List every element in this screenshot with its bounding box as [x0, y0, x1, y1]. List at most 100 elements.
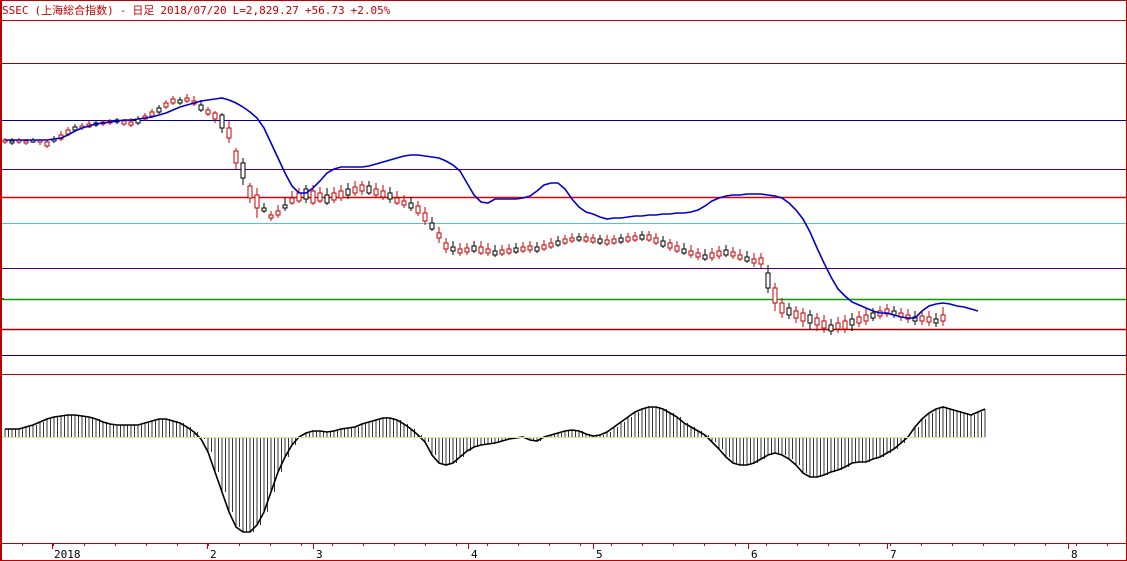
candle	[730, 247, 736, 259]
candle	[800, 308, 806, 327]
candle-body	[772, 287, 778, 304]
candle-body	[807, 314, 813, 324]
candle	[366, 181, 372, 195]
candle-body	[366, 185, 372, 194]
candle-body	[842, 320, 848, 330]
candle	[177, 97, 183, 105]
candle	[408, 197, 414, 211]
candle	[625, 233, 631, 243]
candle	[513, 243, 519, 254]
candle-body	[835, 322, 841, 330]
candle	[219, 113, 225, 133]
candle-body	[219, 114, 225, 129]
candle	[849, 313, 855, 331]
candle-body	[324, 194, 330, 204]
candle	[275, 205, 281, 218]
candle-body	[933, 318, 939, 324]
candle	[898, 308, 904, 321]
candle-body	[303, 188, 309, 200]
candle-body	[590, 237, 596, 243]
candle	[723, 245, 729, 257]
candle	[44, 140, 50, 148]
candle-body	[632, 235, 638, 241]
candle-body	[569, 237, 575, 242]
candle	[184, 94, 190, 103]
candle-body	[198, 104, 204, 111]
candle	[744, 251, 750, 263]
candle	[828, 319, 834, 335]
candle-body	[618, 237, 624, 243]
candle	[205, 107, 211, 116]
candle-body	[681, 248, 687, 254]
x-tick-label: 6	[751, 548, 758, 561]
candle	[751, 253, 757, 267]
candle	[597, 235, 603, 245]
candle-body	[849, 318, 855, 326]
candle-body	[23, 140, 29, 144]
candle-body	[471, 245, 477, 252]
candle-body	[212, 112, 218, 120]
candle	[716, 246, 722, 259]
candle	[688, 245, 694, 258]
x-tick-label: 2	[210, 548, 217, 561]
oscillator-histogram	[2, 406, 986, 533]
candle	[338, 185, 344, 201]
candle	[590, 234, 596, 244]
candle-body	[296, 192, 302, 202]
candle	[765, 265, 771, 293]
candle-body	[240, 162, 246, 179]
candle-body	[828, 324, 834, 332]
candle-body	[709, 252, 715, 259]
candle	[387, 187, 393, 203]
x-tick-label: 3	[316, 548, 323, 561]
candle-body	[44, 141, 50, 147]
candle	[856, 311, 862, 327]
candle-body	[338, 190, 344, 199]
candle-body	[422, 212, 428, 222]
candle	[282, 198, 288, 211]
candle	[450, 241, 456, 255]
candle	[317, 187, 323, 203]
candle	[289, 191, 295, 205]
candle	[702, 249, 708, 261]
candle-body	[625, 236, 631, 242]
candle-body	[856, 316, 862, 324]
candle-body	[254, 194, 260, 209]
candle	[170, 96, 176, 105]
chart-frame: SSEC (上海総合指数) - 日足 2018/07/20 L=2,829.27 +56.7…	[0, 0, 1127, 561]
candle-body	[688, 250, 694, 256]
candle	[415, 201, 421, 216]
candle-body	[317, 192, 323, 202]
candle-body	[170, 98, 176, 104]
candle	[569, 233, 575, 243]
candle	[212, 111, 218, 123]
candle-body	[247, 185, 253, 199]
x-tick-label: 5	[596, 548, 603, 561]
candle-body	[611, 238, 617, 244]
candle	[793, 306, 799, 323]
candle-body	[156, 107, 162, 113]
candle-body	[646, 234, 652, 241]
candle	[471, 241, 477, 253]
candle	[604, 235, 610, 246]
candle	[58, 131, 64, 141]
candle	[653, 233, 659, 245]
candle-body	[597, 238, 603, 244]
candle	[324, 188, 330, 205]
candle-body	[926, 316, 932, 323]
candle-body	[149, 111, 155, 117]
price-chart: 2018 2 3 4 5 6 7 8	[0, 0, 1127, 561]
candle-body	[436, 232, 442, 239]
candle-body	[814, 317, 820, 326]
candle-body	[492, 250, 498, 256]
candle-body	[121, 120, 127, 125]
candle-body	[534, 246, 540, 252]
candle	[863, 309, 869, 325]
moving-average-series	[5, 97, 979, 319]
candle-body	[730, 251, 736, 257]
candle	[632, 232, 638, 242]
candle	[247, 183, 253, 203]
candle-body	[723, 249, 729, 256]
candle	[660, 236, 666, 248]
candle-body	[870, 312, 876, 319]
